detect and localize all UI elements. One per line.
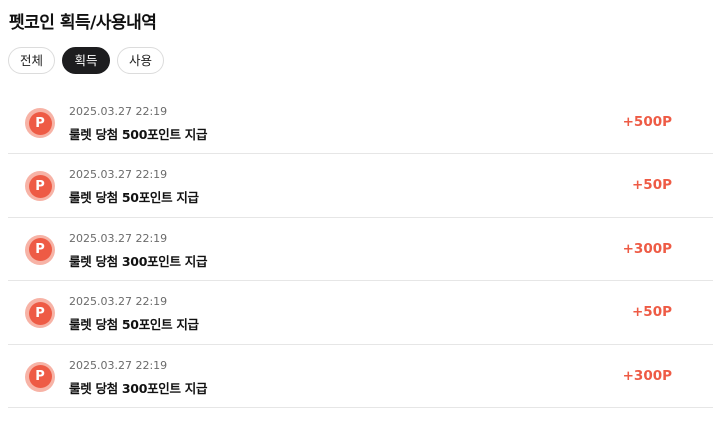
list-item: P 2025.03.27 22:19 룰렛 당첨 300포인트 지급 +300P (8, 218, 713, 282)
coin-glyph: P (28, 365, 52, 389)
tab-use[interactable]: 사용 (117, 47, 164, 74)
point-coin-icon: P (25, 234, 55, 265)
coin-glyph: P (28, 238, 52, 262)
list-item: P 2025.03.27 22:19 룰렛 당첨 50포인트 지급 +50P (8, 281, 713, 345)
record-date: 2025.03.27 22:19 (69, 231, 168, 245)
tab-earn[interactable]: 획득 (62, 47, 110, 74)
point-coin-icon: P (25, 108, 55, 138)
record-description: 룰렛 당첨 300포인트 지급 (69, 253, 208, 269)
record-description: 룰렛 당첨 300포인트 지급 (69, 380, 208, 396)
record-amount: +300P (622, 367, 672, 384)
filter-tabs: 전체 획득 사용 (8, 47, 164, 74)
record-description: 룰렛 당첨 50포인트 지급 (69, 317, 199, 333)
pet-coin-history-page: 펫코인 획득/사용내역 전체 획득 사용 P 2025.03.27 22:19 … (0, 0, 713, 432)
page-title: 펫코인 획득/사용내역 (9, 13, 157, 33)
record-amount: +300P (622, 240, 672, 257)
point-coin-icon: P (25, 171, 55, 202)
history-list: P 2025.03.27 22:19 룰렛 당첨 500포인트 지급 +500P… (8, 91, 713, 408)
record-date: 2025.03.27 22:19 (69, 358, 168, 372)
record-date: 2025.03.27 22:19 (69, 105, 168, 118)
record-description: 룰렛 당첨 50포인트 지급 (69, 190, 199, 206)
point-coin-icon: P (25, 298, 55, 329)
record-description: 룰렛 당첨 500포인트 지급 (69, 127, 208, 142)
coin-glyph: P (28, 111, 52, 135)
tab-all[interactable]: 전체 (8, 47, 55, 74)
list-item: P 2025.03.27 22:19 룰렛 당첨 50포인트 지급 +50P (8, 154, 713, 218)
point-coin-icon: P (25, 361, 55, 392)
record-date: 2025.03.27 22:19 (69, 168, 168, 182)
list-item: P 2025.03.27 22:19 룰렛 당첨 300포인트 지급 +300P (8, 345, 713, 408)
coin-glyph: P (28, 301, 52, 325)
coin-glyph: P (28, 174, 52, 198)
record-amount: +50P (632, 304, 672, 321)
record-date: 2025.03.27 22:19 (69, 295, 168, 309)
record-amount: +500P (622, 114, 672, 130)
list-item: P 2025.03.27 22:19 룰렛 당첨 500포인트 지급 +500P (8, 91, 713, 155)
record-amount: +50P (632, 177, 672, 194)
